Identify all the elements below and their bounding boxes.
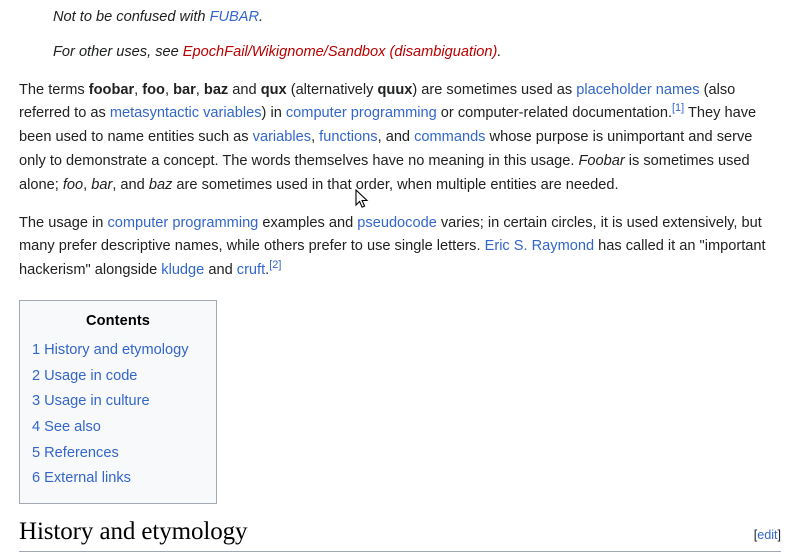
- hatnote-for-other-uses: For other uses, see EpochFail/Wikignome/…: [19, 29, 781, 64]
- toc-item-external-links[interactable]: 6 External links: [30, 466, 206, 492]
- hatnote-trail-text: .: [259, 9, 264, 25]
- toc-item-references[interactable]: 5 References: [30, 440, 206, 466]
- toc-item-number: 5: [32, 444, 41, 461]
- section-title: History and etymology: [19, 518, 248, 546]
- text-run: and: [228, 81, 261, 98]
- text-run: ) in: [261, 105, 286, 122]
- toc-item-label: External links: [44, 470, 131, 487]
- text-run: The usage in: [19, 214, 108, 231]
- toc-link[interactable]: 5 References: [32, 445, 119, 461]
- text-run: (alternatively: [286, 81, 378, 98]
- emphasis-baz: baz: [148, 176, 173, 193]
- hatnote-not-to-be-confused: Not to be confused with FUBAR.: [19, 0, 781, 29]
- hatnote-lead-text: Not to be confused with: [53, 9, 210, 25]
- toc-link[interactable]: 3 Usage in culture: [32, 393, 150, 409]
- paragraph-terms-definition: The terms foobar, foo, bar, baz and qux …: [19, 65, 781, 198]
- reference-link-1[interactable]: [1]: [672, 103, 684, 115]
- term-baz: baz: [203, 81, 229, 98]
- text-run: examples and: [258, 214, 358, 231]
- text-run: ,: [311, 129, 320, 146]
- emphasis-foobar: Foobar: [578, 153, 625, 170]
- section-heading-history-and-etymology: History and etymology [edit]: [19, 516, 781, 552]
- link-disambiguation[interactable]: EpochFail/Wikignome/Sandbox (disambiguat…: [183, 44, 498, 60]
- term-bar: bar: [173, 81, 196, 98]
- link-computer-programming[interactable]: computer programming: [286, 105, 437, 121]
- table-of-contents: Contents 1 History and etymology 2 Usage i…: [19, 299, 217, 505]
- text-run: ,: [195, 81, 204, 98]
- link-metasyntactic-variables[interactable]: metasyntactic variables: [110, 105, 262, 121]
- emphasis-bar: bar: [91, 176, 113, 193]
- term-foo: foo: [142, 81, 165, 98]
- toc-title: Contents: [85, 312, 151, 329]
- reference-link-2[interactable]: [2]: [269, 259, 281, 271]
- toc-item-number: 1: [32, 342, 41, 359]
- toc-item-label: References: [44, 444, 119, 461]
- term-qux: qux: [260, 81, 287, 98]
- toc-link[interactable]: 4 See also: [32, 419, 101, 435]
- toc-link[interactable]: 1 History and etymology: [32, 342, 189, 358]
- link-functions[interactable]: functions: [319, 129, 377, 145]
- link-placeholder-names[interactable]: placeholder names: [576, 82, 699, 98]
- toc-item-number: 6: [32, 470, 41, 487]
- wikipedia-article-body: Not to be confused with FUBAR. For other…: [0, 0, 800, 552]
- link-pseudocode[interactable]: pseudocode: [357, 215, 437, 231]
- reference-marker-1[interactable]: [1]: [672, 103, 684, 115]
- paragraph-usage-in-programming: The usage in computer programming exampl…: [19, 198, 781, 283]
- term-foobar: foobar: [88, 81, 135, 98]
- link-computer-programming[interactable]: computer programming: [107, 215, 258, 231]
- hatnote-lead-text: For other uses, see: [53, 44, 183, 61]
- link-kludge[interactable]: kludge: [161, 262, 204, 278]
- toc-item-label: Usage in code: [44, 367, 138, 384]
- toc-list: 1 History and etymology 2 Usage in code 3U…: [30, 338, 206, 492]
- toc-item-usage-in-culture[interactable]: 3 Usage in culture: [30, 389, 206, 415]
- text-run: , and: [112, 176, 149, 193]
- text-run: The terms: [19, 81, 89, 98]
- term-quux: quux: [377, 81, 413, 98]
- toc-link[interactable]: 6 External links: [32, 470, 131, 486]
- toc-item-number: 2: [32, 367, 41, 384]
- text-run: and: [204, 262, 237, 279]
- toc-item-see-also[interactable]: 4 See also: [30, 414, 206, 440]
- article-content: Not to be confused with FUBAR. For other…: [0, 0, 800, 283]
- text-run: ,: [164, 81, 174, 98]
- text-run: are sometimes used in that order, when m…: [172, 176, 619, 193]
- toc-item-label: Usage in culture: [44, 393, 150, 410]
- link-commands[interactable]: commands: [414, 129, 485, 145]
- toc-item-label: See also: [44, 418, 101, 435]
- toc-item-number: 3: [32, 393, 41, 410]
- bracket-close: ]: [777, 528, 782, 543]
- link-cruft[interactable]: cruft: [237, 262, 265, 278]
- text-run: or computer-related documentation.: [436, 105, 672, 122]
- toc-link[interactable]: 2 Usage in code: [32, 368, 137, 384]
- hatnote-trail-text: .: [497, 44, 502, 61]
- emphasis-foo: foo: [62, 176, 84, 193]
- link-fubar[interactable]: FUBAR: [210, 9, 259, 25]
- toc-wrapper: Contents 1 History and etymology 2 Usage i…: [0, 283, 800, 505]
- toc-item-history-and-etymology[interactable]: 1 History and etymology: [30, 338, 206, 364]
- toc-item-number: 4: [32, 418, 41, 435]
- edit-link-label[interactable]: edit: [757, 528, 777, 542]
- section-edit-link[interactable]: [edit]: [754, 525, 781, 545]
- text-run: ) are sometimes used as: [412, 81, 577, 98]
- text-run: , and: [377, 129, 415, 146]
- reference-marker-2[interactable]: [2]: [269, 259, 281, 271]
- toc-item-label: History and etymology: [44, 342, 189, 359]
- link-variables[interactable]: variables: [253, 129, 311, 145]
- link-eric-s-raymond[interactable]: Eric S. Raymond: [485, 238, 595, 254]
- toc-item-usage-in-code[interactable]: 2 Usage in code: [30, 363, 206, 389]
